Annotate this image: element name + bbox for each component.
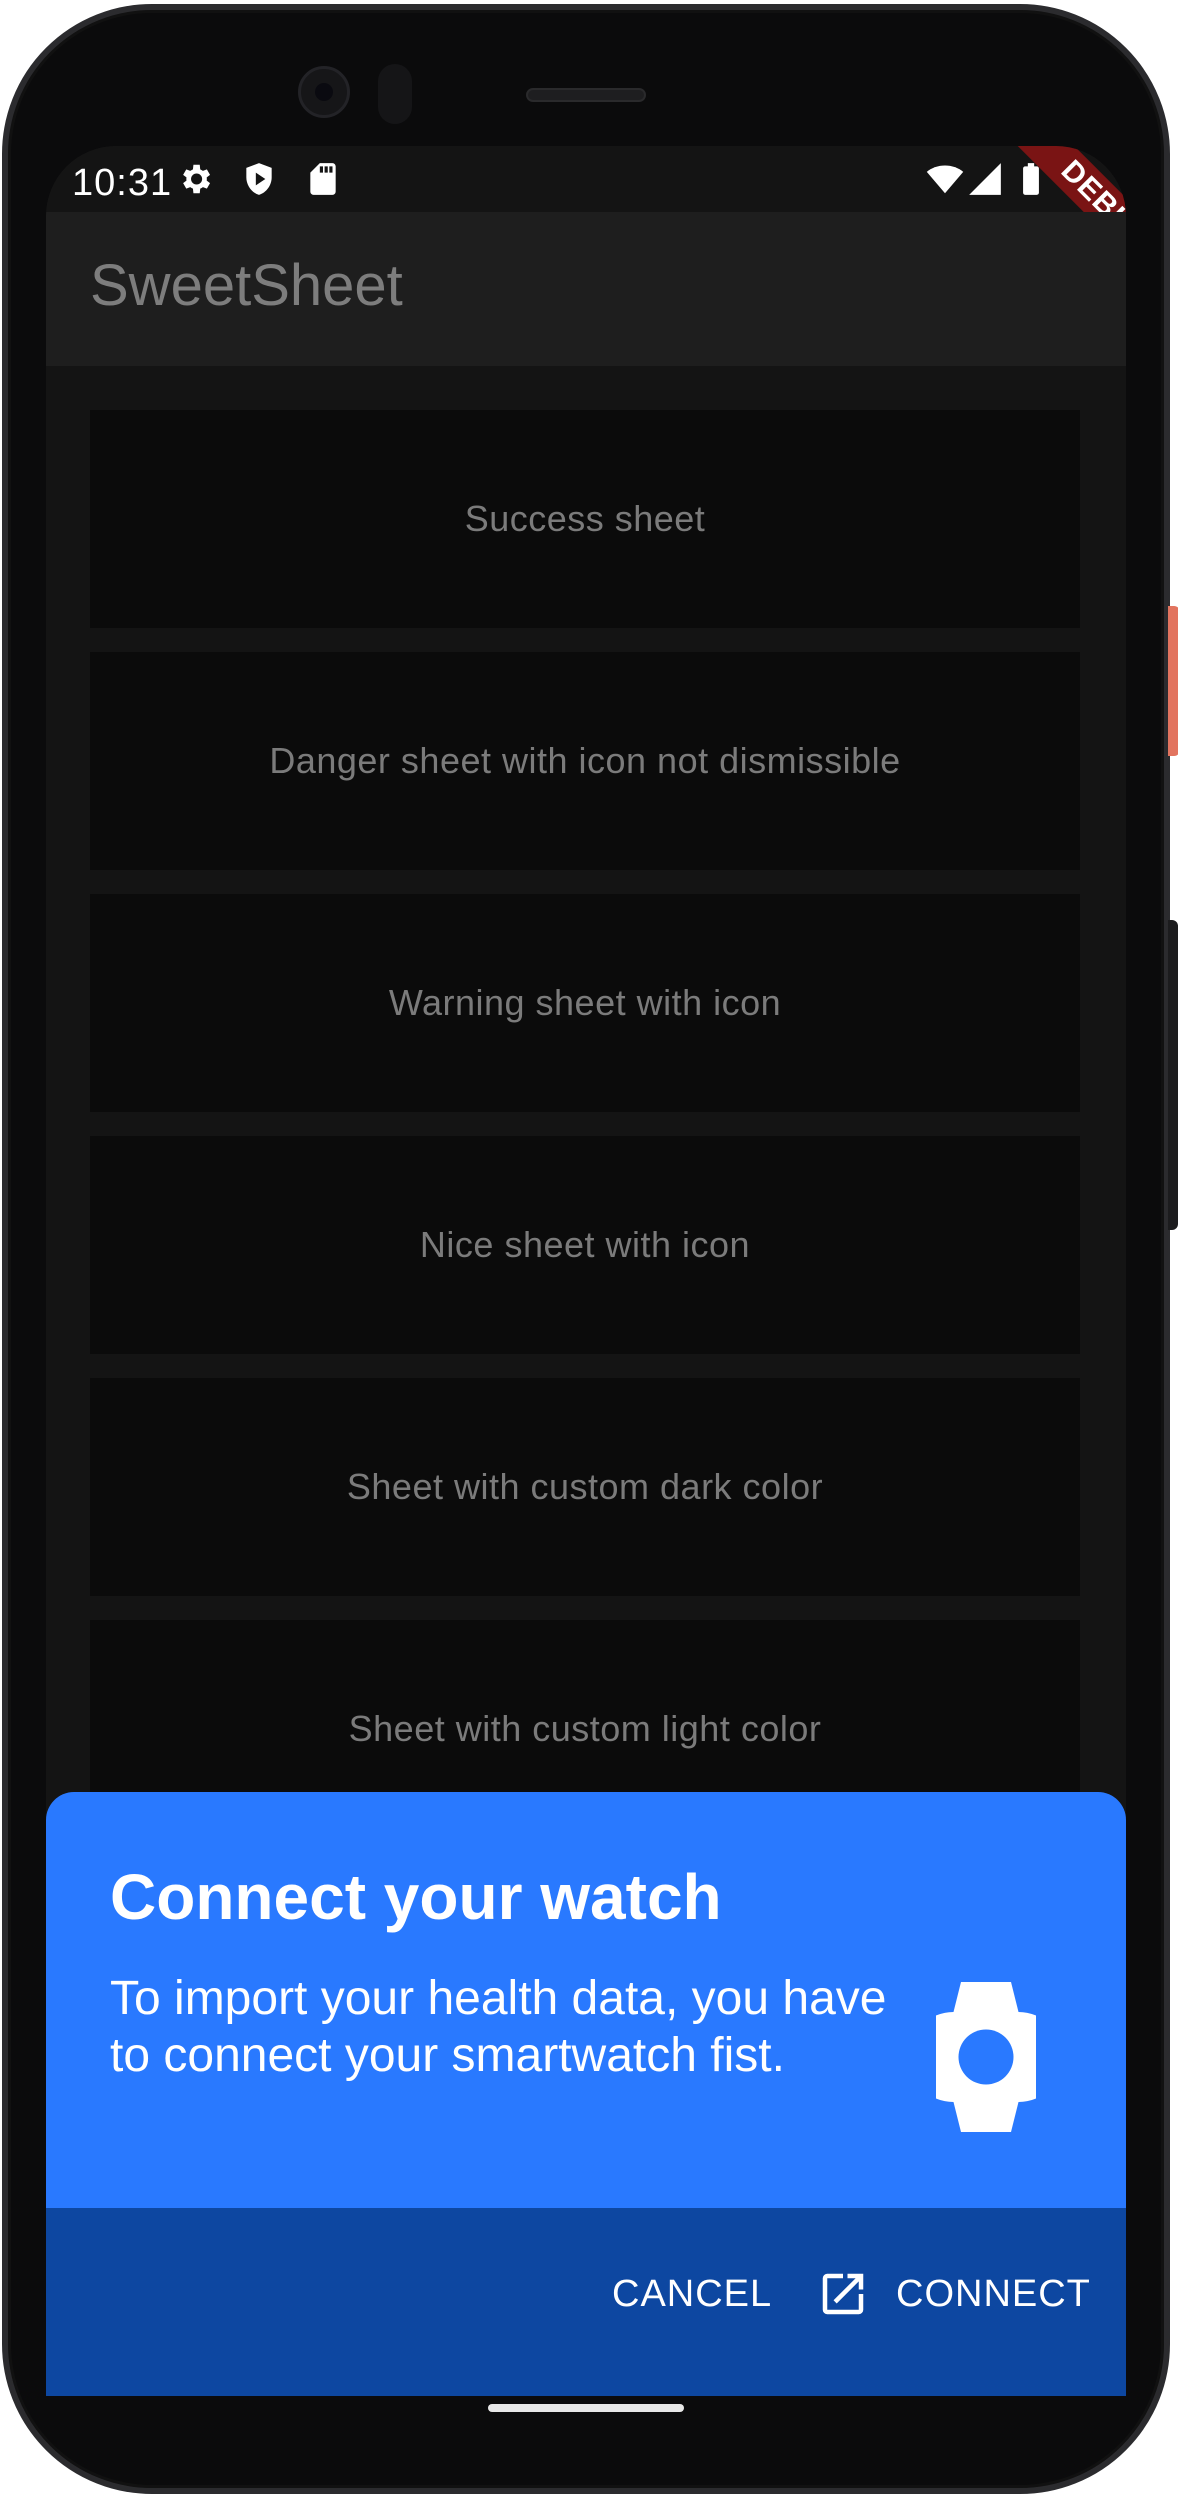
danger-sheet-button[interactable]: Danger sheet with icon not dismissible xyxy=(90,652,1080,870)
open-in-new-icon xyxy=(822,2273,864,2315)
status-bar: 10:31 DEBUG xyxy=(46,146,1126,313)
button-label: Warning sheet with icon xyxy=(388,982,782,1023)
power-button xyxy=(1168,606,1178,756)
wifi-icon xyxy=(926,165,964,194)
screen: 10:31 DEBUG SweetSheet Success sheet Dan… xyxy=(46,146,1126,2404)
button-label: Danger sheet with icon not dismissible xyxy=(269,740,901,781)
signal-icon xyxy=(969,163,1001,195)
watch-icon xyxy=(936,1982,1036,2132)
app-title: SweetSheet xyxy=(90,253,403,318)
success-sheet-button[interactable]: Success sheet xyxy=(90,410,1080,628)
warning-sheet-button[interactable]: Warning sheet with icon xyxy=(90,894,1080,1112)
app-bar: SweetSheet xyxy=(46,212,1126,366)
bottom-bezel xyxy=(46,2396,1126,2432)
volume-button xyxy=(1168,920,1178,1230)
shield-play-icon xyxy=(246,163,272,195)
button-label: Sheet with custom dark color xyxy=(346,1466,824,1507)
sheet-description: To import your health data, you have to … xyxy=(110,1972,887,2082)
custom-dark-sheet-button[interactable]: Sheet with custom dark color xyxy=(90,1378,1080,1596)
sheet-title: Connect your watch xyxy=(110,1861,722,1933)
settings-icon xyxy=(183,164,211,194)
sheet-actions-bar: CANCEL CONNECT xyxy=(46,2208,1126,2404)
nice-sheet-button[interactable]: Nice sheet with icon xyxy=(90,1136,1080,1354)
phone-frame: 10:31 DEBUG SweetSheet Success sheet Dan… xyxy=(0,0,1178,2498)
button-label: Sheet with custom light color xyxy=(348,1708,822,1749)
connect-button[interactable]: CONNECT xyxy=(816,2254,1091,2334)
button-label: Success sheet xyxy=(464,498,706,539)
gesture-nav-handle[interactable] xyxy=(488,2404,684,2412)
status-time: 10:31 xyxy=(72,162,173,204)
earpiece-speaker xyxy=(526,88,646,102)
front-camera xyxy=(298,66,350,118)
bottom-sheet: Connect your watch To import your health… xyxy=(46,1792,1126,2404)
button-label: Nice sheet with icon xyxy=(419,1224,751,1265)
sd-card-icon xyxy=(310,163,336,195)
proximity-sensor xyxy=(378,64,412,124)
connect-label: CONNECT xyxy=(896,2272,1091,2315)
cancel-button[interactable]: CANCEL xyxy=(612,2254,772,2334)
